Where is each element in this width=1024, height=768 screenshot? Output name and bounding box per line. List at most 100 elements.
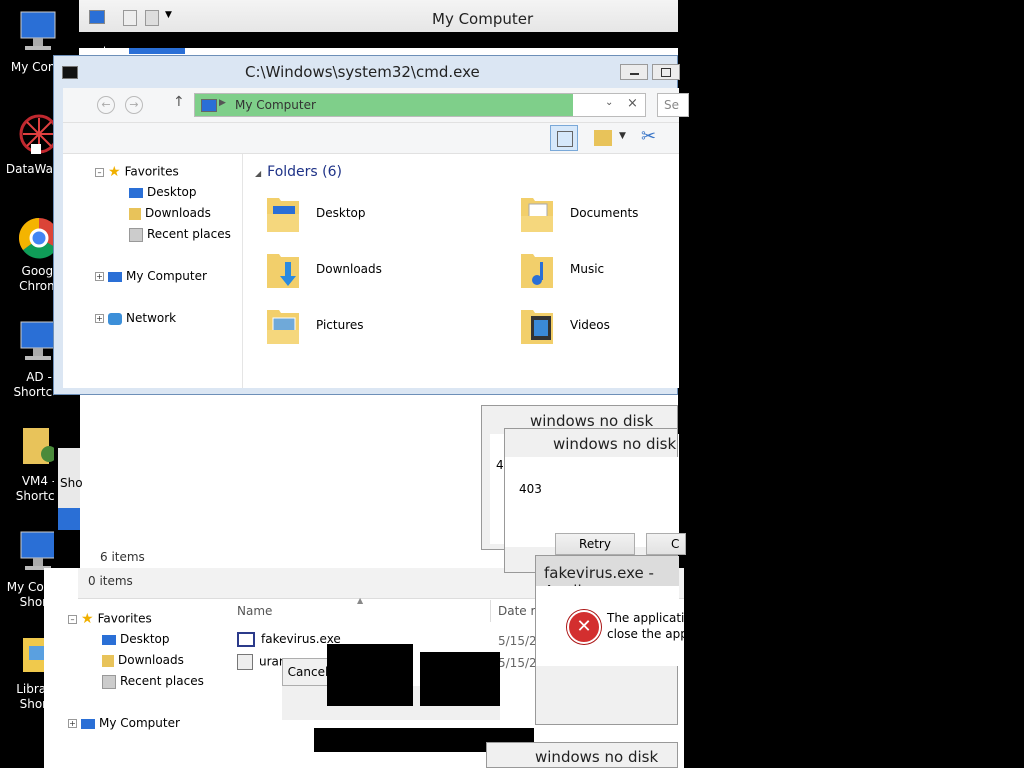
properties-icon[interactable] (123, 10, 137, 26)
nodisk-dialog-3: windows no disk (486, 742, 678, 768)
star-icon: ★ (108, 164, 121, 180)
expand-icon[interactable]: + (68, 719, 77, 728)
tree-desktop[interactable]: Desktop (102, 632, 170, 646)
collapse-icon[interactable]: – (95, 167, 104, 177)
folder-videos-icon (521, 310, 553, 344)
tree-favorites-label: Favorites (124, 164, 179, 179)
network-icon (108, 312, 122, 325)
tree-network-label: Network (126, 311, 177, 325)
address-bar[interactable]: ▶ My Computer ⌄ × (194, 93, 646, 117)
cmd-titlebar[interactable]: C:\Windows\system32\cmd.exe (54, 56, 680, 86)
tree-recent-places[interactable]: Recent places (129, 227, 231, 242)
tree-recent-label: Recent places (147, 227, 231, 241)
up-arrow-icon[interactable]: ↑ (173, 94, 185, 110)
scissors-icon[interactable]: ✂ (641, 126, 656, 147)
folder-label: Downloads (316, 262, 382, 276)
glitch-band (79, 32, 678, 48)
folder-documents-icon (521, 198, 553, 232)
desktop-icon (129, 187, 143, 198)
chevron-down-icon[interactable]: ▼ (165, 10, 172, 20)
folder-desktop-icon (267, 198, 299, 232)
tree-recent-label: Recent places (120, 674, 204, 688)
ribbon-toolbar: ▼ ✂ (63, 123, 679, 154)
back-explorer-titlebar[interactable]: ▼ My Computer (79, 0, 678, 33)
folder-item-downloads[interactable]: Downloads (265, 248, 465, 298)
tree-downloads[interactable]: Downloads (102, 653, 184, 667)
cmd-icon (62, 66, 78, 79)
back-explorer-title: My Computer (432, 10, 534, 28)
dialog-code: 403 (519, 482, 542, 496)
nodisk-dialog-title: windows no disk (553, 435, 677, 453)
search-input[interactable]: Se (657, 93, 689, 117)
column-header-name[interactable]: Name (237, 604, 272, 618)
expand-icon[interactable]: + (95, 272, 104, 281)
nodisk-dialog-2: windows no disk 403 Retry C (504, 428, 686, 573)
glitch-block-1 (327, 644, 413, 706)
shortcut-fragment-box[interactable]: Sho (58, 448, 83, 530)
folder-pictures-icon (267, 310, 299, 344)
maximize-button[interactable] (652, 64, 680, 80)
status-item-count: 6 items (100, 550, 145, 564)
folder-item-documents[interactable]: Documents (519, 192, 679, 242)
tree-my-computer[interactable]: + My Computer (95, 269, 207, 283)
nodisk-dialog-title: windows no disk (535, 748, 659, 766)
tree-recent-places[interactable]: Recent places (102, 674, 204, 689)
tree-my-computer[interactable]: + My Computer (68, 716, 180, 730)
close-icon[interactable]: × (627, 96, 638, 111)
tree-desktop[interactable]: Desktop (129, 185, 197, 199)
computer-icon (201, 99, 217, 112)
properties-folder-icon[interactable] (594, 130, 612, 146)
tree-network[interactable]: + Network (95, 311, 176, 325)
tree-favorites[interactable]: – ★ Favorites (68, 611, 152, 627)
folder-item-videos[interactable]: Videos (519, 304, 679, 354)
sort-up-icon: ▲ (357, 596, 364, 605)
minimize-button[interactable] (620, 64, 648, 80)
tree-downloads-label: Downloads (145, 206, 211, 220)
download-icon (129, 207, 141, 220)
scroll-indicator (129, 48, 185, 54)
star-icon: ★ (81, 611, 94, 627)
folder-downloads-icon (267, 254, 299, 288)
error-message-line1: The applicatio (607, 611, 692, 625)
folder-label: Documents (570, 206, 639, 220)
nav-bar: ← → ↑ ▶ My Computer ⌄ × Se (63, 88, 689, 123)
back-arrow-icon[interactable]: ← (97, 96, 115, 114)
error-message-line2: close the app (607, 627, 688, 641)
folders-header-label: Folders (6) (267, 164, 342, 180)
monitor-icon (20, 11, 56, 50)
collapse-triangle-icon: ◢ (255, 169, 262, 178)
folder-item-desktop[interactable]: Desktop (265, 192, 465, 242)
dialog-second-button[interactable]: C (646, 533, 686, 555)
forward-arrow-icon[interactable]: → (125, 96, 143, 114)
tree-divider (242, 154, 243, 388)
tree-favorites[interactable]: – ★ Favorites (95, 164, 179, 180)
new-folder-icon[interactable] (145, 10, 159, 26)
download-icon (102, 654, 114, 667)
column-separator (490, 600, 491, 622)
tree-my-computer-label: My Computer (126, 269, 207, 283)
expand-icon[interactable]: + (95, 314, 104, 323)
cmd-window: C:\Windows\system32\cmd.exe ← → ↑ ▶ My C… (53, 55, 689, 395)
preview-pane-icon[interactable] (550, 125, 578, 151)
folder-item-music[interactable]: Music (519, 248, 679, 298)
file-row-fakevirus[interactable]: fakevirus.exe (237, 632, 341, 647)
explorer-body: ← → ↑ ▶ My Computer ⌄ × Se ▼ ✂ – ★ Favorit… (63, 88, 689, 388)
selection-band (58, 508, 80, 530)
collapse-icon[interactable]: – (68, 614, 77, 624)
tree-my-computer-label: My Computer (99, 716, 180, 730)
computer-icon (89, 10, 105, 24)
tree-downloads[interactable]: Downloads (129, 206, 211, 220)
status-item-count-2: 0 items (88, 574, 133, 588)
error-icon: ✕ (567, 610, 601, 644)
retry-button[interactable]: Retry (555, 533, 635, 555)
folder-music-icon (521, 254, 553, 288)
dialog-body (536, 586, 679, 666)
folders-group-header[interactable]: ◢ Folders (6) (255, 164, 342, 180)
search-placeholder: Se (664, 98, 679, 112)
chevron-down-icon[interactable]: ▼ (619, 131, 626, 141)
folder-item-pictures[interactable]: Pictures (265, 304, 465, 354)
exe-icon (237, 632, 255, 647)
address-dropdown-icon[interactable]: ⌄ (605, 97, 613, 108)
recent-places-icon (129, 227, 143, 242)
recent-places-icon (102, 674, 116, 689)
